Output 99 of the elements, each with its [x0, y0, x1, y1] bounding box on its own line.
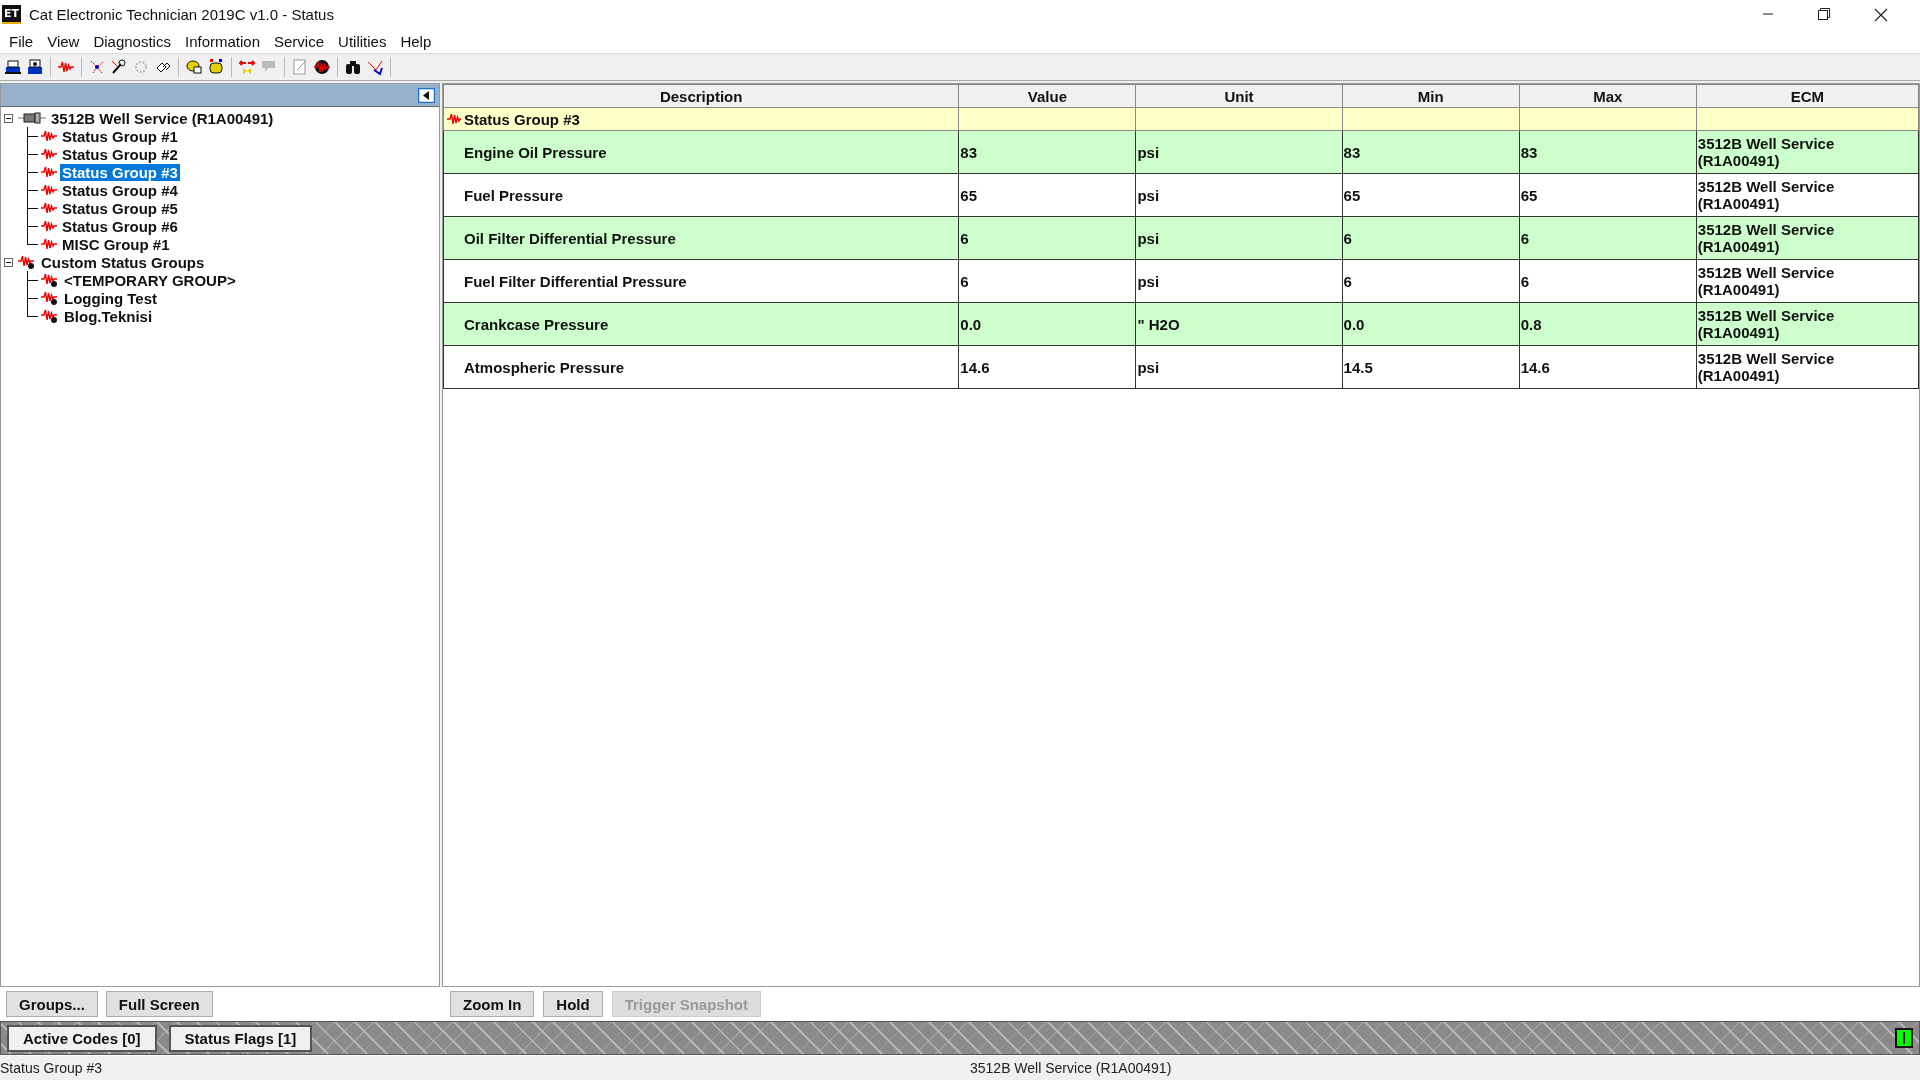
- table-cell: 3512B Well Service (R1A00491): [1696, 216, 1919, 260]
- window-title: Cat Electronic Technician 2019C v1.0 - Status: [29, 6, 335, 23]
- binoculars-icon[interactable]: [344, 58, 362, 76]
- tree-item[interactable]: Status Group #1: [60, 127, 180, 145]
- table-cell: 6: [1342, 259, 1520, 303]
- panel-button[interactable]: Groups...: [6, 991, 98, 1017]
- column-header[interactable]: Max: [1519, 84, 1697, 108]
- table-cell: 0.8: [1519, 302, 1697, 346]
- table-cell: 0.0: [1342, 302, 1520, 346]
- table-cell: Engine Oil Pressure: [443, 130, 959, 174]
- table-cell: psi: [1135, 216, 1343, 260]
- table-cell: psi: [1135, 173, 1343, 217]
- network-icon[interactable]: [88, 58, 106, 76]
- table-cell: Fuel Pressure: [443, 173, 959, 217]
- table-cell: 6: [958, 216, 1136, 260]
- panel-button[interactable]: Full Screen: [105, 991, 213, 1017]
- menu-item[interactable]: Diagnostics: [86, 32, 178, 50]
- waveform-icon: [41, 237, 57, 251]
- chart-icon[interactable]: [366, 58, 384, 76]
- table-cell: 65: [1519, 173, 1697, 217]
- table-cell: 65: [958, 173, 1136, 217]
- column-header[interactable]: Description: [443, 84, 959, 108]
- tree-item[interactable]: Status Group #5: [60, 199, 180, 217]
- table-cell: " H2O: [1135, 302, 1343, 346]
- table-cell: Fuel Filter Differential Pressure: [443, 259, 959, 303]
- tree-item[interactable]: Blog.Teknisi: [62, 307, 155, 325]
- table-cell: 83: [1519, 130, 1697, 174]
- menu-item[interactable]: Help: [393, 32, 439, 50]
- table-cell: 3512B Well Service (R1A00491): [1696, 302, 1919, 346]
- code-button[interactable]: Status Flags [1]: [168, 1024, 313, 1052]
- table-cell: 3512B Well Service (R1A00491): [1696, 345, 1919, 389]
- tree-item[interactable]: Logging Test: [62, 289, 160, 307]
- tree-item[interactable]: Status Group #4: [60, 181, 180, 199]
- table-cell: 3512B Well Service (R1A00491): [1696, 259, 1919, 303]
- table-cell: 65: [1342, 173, 1520, 217]
- status-text: Status Group #3: [0, 1060, 103, 1076]
- tree-item[interactable]: Status Group #3: [60, 163, 180, 181]
- tree-item[interactable]: <TEMPORARY GROUP>: [62, 271, 238, 289]
- column-header[interactable]: Value: [958, 84, 1136, 108]
- module-icon[interactable]: [207, 58, 225, 76]
- table-cell: 14.5: [1342, 345, 1520, 389]
- waveform-icon[interactable]: [313, 58, 331, 76]
- app-logo: ET: [2, 5, 22, 24]
- table-cell: psi: [1135, 259, 1343, 303]
- panel-button[interactable]: Zoom In: [450, 991, 535, 1017]
- waveform-icon: [41, 290, 59, 306]
- waveform-icon: [41, 219, 57, 233]
- waveform-icon: [41, 272, 59, 288]
- menu-item[interactable]: Information: [177, 32, 267, 50]
- waveform-icon: [41, 165, 57, 179]
- table-cell: Crankcase Pressure: [443, 302, 959, 346]
- waveform-icon: [41, 183, 57, 197]
- table-cell: Atmospheric Pressure: [443, 345, 959, 389]
- collapse-icon[interactable]: [4, 257, 13, 267]
- menu-item[interactable]: File: [2, 32, 41, 50]
- table-cell: psi: [1135, 130, 1343, 174]
- table-cell: 14.6: [1519, 345, 1697, 389]
- close-icon[interactable]: [1874, 7, 1888, 22]
- panel-button[interactable]: Hold: [543, 991, 603, 1017]
- table-cell: 83: [958, 130, 1136, 174]
- waveform-icon: [18, 254, 36, 270]
- column-header[interactable]: ECM: [1696, 84, 1919, 108]
- status-text: 3512B Well Service (R1A00491): [969, 1060, 1172, 1076]
- table-cell: 3512B Well Service (R1A00491): [1696, 130, 1919, 174]
- waveform-icon: [447, 112, 461, 126]
- table-cell: psi: [1135, 345, 1343, 389]
- connector-icon: [18, 111, 46, 125]
- collapse-icon[interactable]: [4, 113, 13, 123]
- module-icon[interactable]: [185, 58, 203, 76]
- table-cell: 83: [1342, 130, 1520, 174]
- menu-item[interactable]: Service: [267, 32, 332, 50]
- tree-item[interactable]: MISC Group #1: [60, 235, 172, 253]
- waveform-icon: [41, 129, 57, 143]
- transfer-icon[interactable]: [238, 58, 256, 76]
- waveform-icon: [41, 147, 57, 161]
- table-cell: 6: [1342, 216, 1520, 260]
- group-row-title: Status Group #3: [464, 110, 580, 128]
- menu-item[interactable]: Utilities: [331, 32, 394, 50]
- table-cell: 6: [958, 259, 1136, 303]
- tree-item[interactable]: Status Group #2: [60, 145, 180, 163]
- table-cell: 3512B Well Service (R1A00491): [1696, 173, 1919, 217]
- printer-icon[interactable]: [4, 58, 22, 76]
- collapse-panel-icon[interactable]: [418, 87, 435, 103]
- table-cell: Oil Filter Differential Pressure: [443, 216, 959, 260]
- tree-item[interactable]: Custom Status Groups: [39, 253, 207, 271]
- code-button[interactable]: Active Codes [0]: [7, 1024, 157, 1052]
- menu-item[interactable]: View: [40, 32, 87, 50]
- table-cell: 6: [1519, 216, 1697, 260]
- column-header[interactable]: Unit: [1135, 84, 1343, 108]
- waveform-icon: [41, 308, 59, 324]
- column-header[interactable]: Min: [1342, 84, 1520, 108]
- restore-icon[interactable]: [1818, 7, 1830, 20]
- table-cell: 14.6: [958, 345, 1136, 389]
- tree-item[interactable]: Status Group #6: [60, 217, 180, 235]
- tree-item[interactable]: 3512B Well Service (R1A00491): [49, 109, 276, 127]
- waveform-icon: [41, 201, 57, 215]
- printer-icon[interactable]: [26, 58, 44, 76]
- table-cell: 6: [1519, 259, 1697, 303]
- table-cell: 0.0: [958, 302, 1136, 346]
